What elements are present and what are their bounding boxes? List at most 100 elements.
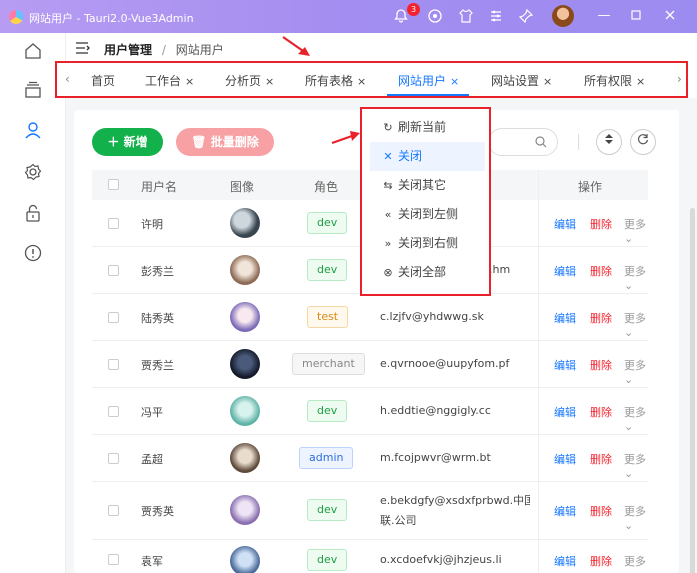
layers-icon[interactable]: [24, 81, 42, 99]
avatar: [230, 208, 260, 238]
delete-link[interactable]: 删除: [590, 553, 612, 569]
delete-link[interactable]: 删除: [590, 404, 612, 420]
header-actions: 操作: [578, 180, 603, 194]
tab-close-icon[interactable]: ×: [636, 75, 645, 88]
chevron-down-icon: ⌄: [624, 279, 634, 292]
tab-all-tables[interactable]: 所有表格 ×: [305, 72, 366, 89]
more-dropdown[interactable]: 更多⌄: [624, 357, 648, 386]
row-checkbox[interactable]: [108, 505, 119, 516]
more-dropdown[interactable]: 更多⌄: [624, 404, 648, 433]
role-tag: dev: [307, 212, 348, 234]
menu-item-close-others[interactable]: ⇆ 关闭其它: [370, 171, 485, 200]
tabs-scroll-left-icon[interactable]: ‹: [65, 72, 70, 86]
edit-link[interactable]: 编辑: [554, 310, 576, 326]
exclamation-circle-icon[interactable]: [24, 244, 42, 262]
edit-link[interactable]: 编辑: [554, 263, 576, 279]
row-checkbox[interactable]: [108, 359, 119, 370]
menu-collapse-icon[interactable]: [76, 42, 90, 54]
tab-analysis[interactable]: 分析页 ×: [225, 72, 274, 89]
menu-item-close-all[interactable]: ⊗ 关闭全部: [370, 258, 485, 287]
tabs-scroll-right-icon[interactable]: ›: [677, 72, 682, 86]
close-circle-icon: ⊗: [383, 266, 393, 279]
tab-workbench[interactable]: 工作台 ×: [145, 72, 194, 89]
breadcrumb-parent[interactable]: 用户管理: [104, 43, 152, 57]
menu-item-close-right[interactable]: » 关闭到右侧: [370, 229, 485, 258]
tab-close-icon[interactable]: ×: [185, 75, 194, 88]
row-checkbox[interactable]: [108, 218, 119, 229]
tab-website-settings[interactable]: 网站设置 ×: [491, 72, 552, 89]
role-tag: dev: [307, 259, 348, 281]
chevron-down-icon: ⌄: [624, 467, 634, 480]
row-checkbox[interactable]: [108, 265, 119, 276]
role-tag: dev: [307, 499, 348, 521]
user-avatar[interactable]: [552, 5, 574, 27]
tab-website-users[interactable]: 网站用户 ×: [398, 72, 459, 89]
more-dropdown[interactable]: 更多⌄: [624, 451, 648, 480]
title-bar: 网站用户 - Tauri2.0-Vue3Admin 3 —: [0, 0, 697, 33]
search-input[interactable]: [488, 128, 558, 156]
role-tag: test: [307, 306, 349, 328]
delete-link[interactable]: 删除: [590, 310, 612, 326]
tab-close-icon[interactable]: ×: [357, 75, 366, 88]
add-button[interactable]: ＋ 新增: [92, 128, 163, 156]
settings-list-icon[interactable]: [488, 8, 504, 24]
table-row: 贾秀兰 merchant e.qvrnooe@uupyfom.pf 编辑 删除 …: [92, 341, 648, 388]
tab-close-icon[interactable]: ×: [265, 75, 274, 88]
maximize-icon[interactable]: [628, 8, 644, 24]
cell-username: 彭秀兰: [141, 265, 174, 278]
delete-link[interactable]: 删除: [590, 263, 612, 279]
app-logo: [9, 10, 23, 24]
home-icon[interactable]: [24, 42, 42, 60]
close-window-icon[interactable]: [662, 8, 678, 24]
delete-link[interactable]: 删除: [590, 357, 612, 373]
edit-link[interactable]: 编辑: [554, 503, 576, 519]
close-others-icon: ⇆: [383, 179, 393, 192]
row-checkbox[interactable]: [108, 312, 119, 323]
edit-link[interactable]: 编辑: [554, 404, 576, 420]
delete-link[interactable]: 删除: [590, 451, 612, 467]
lock-icon[interactable]: [24, 204, 42, 222]
more-dropdown[interactable]: 更多⌄: [624, 263, 648, 292]
cell-username: 冯平: [141, 406, 163, 419]
minimize-icon[interactable]: —: [596, 8, 612, 24]
batch-delete-button[interactable]: 🗑 批量删除: [176, 128, 274, 156]
user-icon[interactable]: [24, 121, 42, 139]
menu-item-close[interactable]: ✕ 关闭: [370, 142, 485, 171]
select-all-checkbox[interactable]: [108, 179, 119, 190]
table-row: 陆秀英 test c.lzjfv@yhdwwg.sk 编辑 删除 更多⌄: [92, 294, 648, 341]
double-right-icon: »: [384, 237, 392, 250]
delete-link[interactable]: 删除: [590, 216, 612, 232]
vertical-scrollbar[interactable]: [690, 208, 695, 573]
refresh-table-button[interactable]: [630, 129, 656, 155]
cell-email-wrap: 联.公司: [380, 514, 417, 527]
more-dropdown[interactable]: 更多⌄: [624, 310, 648, 339]
table-row: 贾秀英 dev e.bekdgfy@xsdxfprbwd.中国 联.公司 编辑 …: [92, 482, 648, 540]
edit-link[interactable]: 编辑: [554, 451, 576, 467]
role-tag: admin: [299, 447, 354, 469]
header-username: 用户名: [141, 180, 178, 194]
menu-item-refresh-current[interactable]: ↻ 刷新当前: [370, 113, 485, 142]
tab-close-icon[interactable]: ×: [450, 75, 459, 88]
edit-link[interactable]: 编辑: [554, 357, 576, 373]
row-checkbox[interactable]: [108, 453, 119, 464]
row-checkbox[interactable]: [108, 406, 119, 417]
more-dropdown[interactable]: 更多⌄: [624, 503, 648, 532]
tab-close-icon[interactable]: ×: [543, 75, 552, 88]
menu-item-close-left[interactable]: «关闭到左侧: [370, 200, 485, 229]
pin-icon[interactable]: [518, 8, 534, 24]
row-checkbox[interactable]: [108, 554, 119, 565]
cell-email: c.lzjfv@yhdwwg.sk: [380, 310, 484, 323]
github-icon[interactable]: [427, 8, 443, 24]
edit-link[interactable]: 编辑: [554, 553, 576, 569]
theme-skin-icon[interactable]: [458, 8, 474, 24]
column-sort-button[interactable]: [596, 129, 622, 155]
cell-username: 贾秀英: [141, 505, 174, 518]
gear-icon[interactable]: [24, 163, 42, 181]
edit-link[interactable]: 编辑: [554, 216, 576, 232]
more-dropdown[interactable]: 更多⌄: [624, 216, 648, 245]
delete-link[interactable]: 删除: [590, 503, 612, 519]
tab-home[interactable]: 首页: [91, 72, 115, 89]
cell-username: 贾秀兰: [141, 359, 174, 372]
tab-all-permissions[interactable]: 所有权限 ×: [584, 72, 645, 89]
more-dropdown[interactable]: 更多⌄: [624, 553, 648, 573]
